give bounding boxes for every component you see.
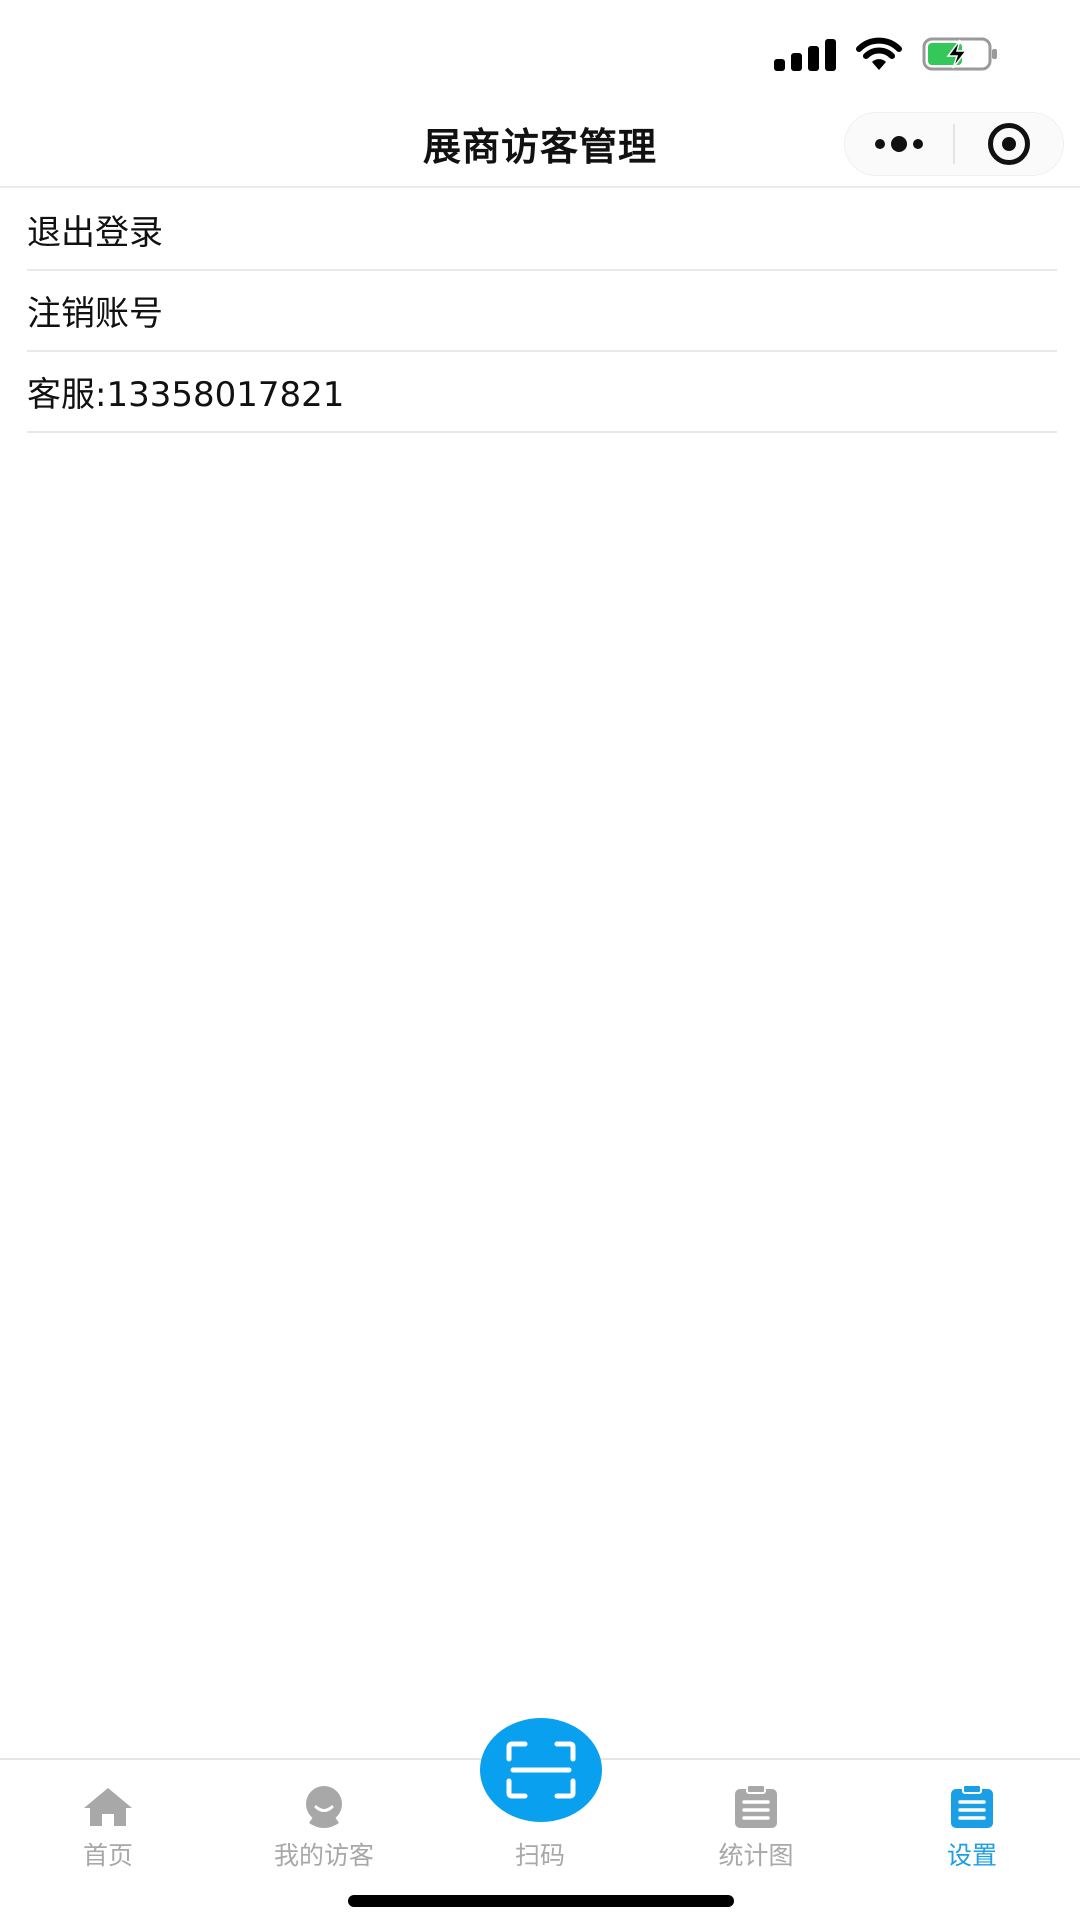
home-indicator bbox=[348, 1895, 734, 1907]
tab-settings[interactable]: 设置 bbox=[864, 1760, 1080, 1880]
settings-clipboard-icon bbox=[949, 1784, 995, 1830]
logout-item[interactable]: 退出登录 bbox=[27, 190, 1057, 271]
status-icons bbox=[774, 36, 1000, 72]
tab-home[interactable]: 首页 bbox=[0, 1760, 216, 1880]
tab-statistics[interactable]: 统计图 bbox=[648, 1760, 864, 1880]
signal-icon bbox=[774, 37, 836, 71]
target-icon bbox=[988, 123, 1030, 165]
close-program-button[interactable] bbox=[955, 113, 1063, 175]
tab-my-visitors[interactable]: 我的访客 bbox=[216, 1760, 432, 1880]
customer-service-item[interactable]: 客服:13358017821 bbox=[27, 352, 1057, 433]
settings-list: 退出登录 注销账号 客服:13358017821 bbox=[0, 190, 1080, 433]
tab-label: 统计图 bbox=[718, 1841, 794, 1870]
delete-account-item[interactable]: 注销账号 bbox=[27, 271, 1057, 352]
nav-bar: 展商访客管理 bbox=[0, 100, 1080, 188]
tab-label: 设置 bbox=[946, 1841, 997, 1870]
chart-clipboard-icon bbox=[733, 1784, 779, 1830]
wifi-icon bbox=[856, 37, 902, 71]
settings-page: 展商访客管理 退出登录 注销账号 客服:13358017821 首页 我的访客 … bbox=[0, 0, 1080, 1920]
tab-scan[interactable]: 扫码 bbox=[432, 1718, 648, 1880]
scan-button[interactable] bbox=[480, 1718, 602, 1822]
mini-program-capsule bbox=[844, 112, 1064, 176]
scan-icon bbox=[506, 1741, 576, 1799]
status-bar bbox=[0, 0, 1080, 100]
tab-label: 首页 bbox=[82, 1841, 133, 1870]
tab-label: 我的访客 bbox=[273, 1841, 374, 1870]
home-icon bbox=[82, 1784, 134, 1830]
more-dots-icon bbox=[875, 136, 923, 152]
visitor-icon bbox=[301, 1784, 347, 1830]
battery-charging-icon bbox=[922, 36, 1000, 72]
more-button[interactable] bbox=[845, 113, 953, 175]
tab-label: 扫码 bbox=[514, 1841, 565, 1870]
